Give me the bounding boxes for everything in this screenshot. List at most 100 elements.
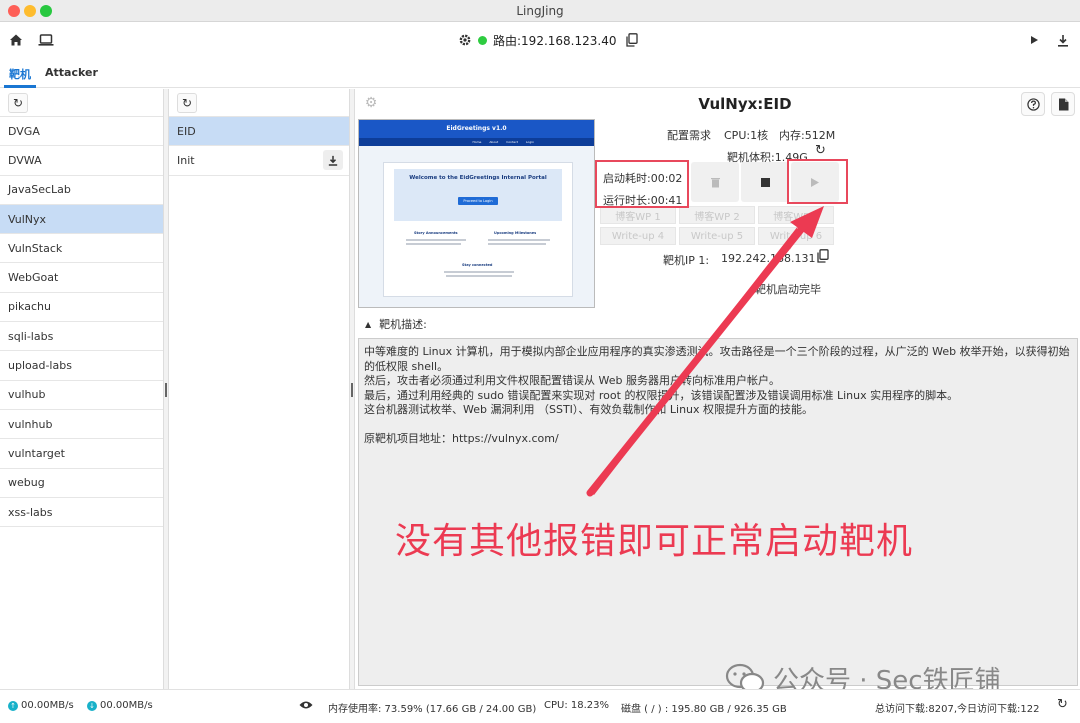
route-label: 路由:192.168.123.40 xyxy=(493,33,617,48)
tab-bar: 靶机 Attacker xyxy=(0,58,1080,88)
screenshot-section: Stay connected xyxy=(462,263,493,267)
screenshot-section: Story Announcements xyxy=(414,231,458,235)
list-item-webgoat[interactable]: WebGoat xyxy=(0,263,163,293)
writeup-button-3[interactable]: 博客WP 3 xyxy=(758,206,834,224)
list-item-label: VulNyx xyxy=(8,212,47,226)
project-url[interactable]: 原靶机项目地址：https://vulnyx.com/ xyxy=(364,432,1072,447)
list-item-label: VulnStack xyxy=(8,241,63,255)
ip-value: 192.242.168.131 xyxy=(721,252,816,265)
annotation-timer-box xyxy=(595,160,689,208)
list-item-label: upload-labs xyxy=(8,359,72,373)
copy-icon[interactable] xyxy=(817,249,829,266)
download-arrow-icon: ↓ xyxy=(87,700,97,711)
download-icon[interactable] xyxy=(1054,31,1072,49)
download-speed-value: 00.00MB/s xyxy=(100,700,153,711)
list-item-sqli-labs[interactable]: sqli-labs xyxy=(0,322,163,352)
list-item-vulhub[interactable]: vulhub xyxy=(0,381,163,410)
screenshot-nav-item: Contact xyxy=(506,140,518,144)
writeup-button-2[interactable]: 博客WP 2 xyxy=(679,206,755,224)
list-item-init[interactable]: Init xyxy=(169,146,349,176)
memory-spec: 内存:512M xyxy=(779,129,836,142)
document-icon[interactable] xyxy=(1051,92,1075,116)
active-tab-indicator xyxy=(4,85,36,88)
annotation-start-box xyxy=(787,159,848,204)
list-item-dvga[interactable]: DVGA xyxy=(0,117,163,147)
screenshot-nav-item: About xyxy=(489,140,499,144)
connection-status-dot xyxy=(478,35,487,45)
machine-title: VulNyx:EID xyxy=(698,95,792,113)
disk-usage: 磁盘 ( / ) : 195.80 GB / 926.35 GB xyxy=(621,704,787,715)
home-icon[interactable] xyxy=(7,31,25,49)
screenshot-welcome: Welcome to the EidGreetings Internal Por… xyxy=(394,169,562,221)
screenshot-nav-item: Login xyxy=(525,140,534,144)
machine-status: 靶机启动完毕 xyxy=(755,283,821,296)
play-icon[interactable] xyxy=(1025,31,1043,49)
list-item-dvwa[interactable]: DVWA xyxy=(0,146,163,176)
list-item-eid[interactable]: EID xyxy=(169,117,349,147)
writeup-button-6[interactable]: Write-up 6 xyxy=(758,227,834,245)
list-item-vulnstack[interactable]: VulnStack xyxy=(0,234,163,264)
detail-panel: ⚙ VulNyx:EID EidGreetings v1.0 Home Abou… xyxy=(354,89,1080,689)
window-titlebar: LingJing xyxy=(0,0,1080,22)
tab-attacker[interactable]: Attacker xyxy=(45,66,98,79)
refresh-icon[interactable]: ↻ xyxy=(8,92,28,113)
download-icon[interactable] xyxy=(323,150,343,171)
screenshot-card: Welcome to the EidGreetings Internal Por… xyxy=(383,162,573,297)
download-speed: ↓ 00.00MB/s xyxy=(87,700,153,711)
upload-arrow-icon: ↑ xyxy=(8,700,18,711)
writeup-button-5[interactable]: Write-up 5 xyxy=(679,227,755,245)
list-item-label: JavaSecLab xyxy=(8,183,71,197)
list-item-webug[interactable]: webug xyxy=(0,469,163,498)
description-line: 最后，通过利用经典的 sudo 错误配置来实现对 root 的权限提升，该错误配… xyxy=(364,388,959,402)
description-line: 这台机器测试枚举、Web 漏洞利用 （SSTI）、有效负载制作和 Linux 权… xyxy=(364,403,814,416)
list-item-vulnhub[interactable]: vulnhub xyxy=(0,410,163,440)
cpu-usage: CPU: 18.23% xyxy=(544,700,610,711)
category-panel: ↻ DVGA DVWA JavaSecLab VulNyx VulnStack WebGo… xyxy=(0,89,164,689)
list-item-vulnyx[interactable]: VulNyx xyxy=(0,204,163,235)
stop-button[interactable] xyxy=(741,162,789,202)
list-item-label: WebGoat xyxy=(8,271,59,285)
list-item-vulntarget[interactable]: vulntarget xyxy=(0,439,163,469)
upload-speed: ↑ 00.00MB/s xyxy=(8,700,74,711)
list-item-javaseclab[interactable]: JavaSecLab xyxy=(0,176,163,205)
refresh-icon[interactable]: ↻ xyxy=(815,143,826,158)
laptop-icon[interactable] xyxy=(37,31,55,49)
delete-button[interactable] xyxy=(691,162,739,202)
list-item-upload-labs[interactable]: upload-labs xyxy=(0,351,163,381)
description-label: 靶机描述: xyxy=(379,318,427,331)
list-item-label: DVWA xyxy=(8,153,42,167)
visit-counts: 总访问下载:8207,今日访问下载:122 xyxy=(875,704,1040,715)
gear-icon[interactable] xyxy=(458,33,472,47)
category-list: DVGA DVWA JavaSecLab VulNyx VulnStack WebGoat… xyxy=(0,117,163,528)
description-line: 然后，攻击者必须通过利用文件权限配置错误从 Web 服务器用户转向标准用户帐户。 xyxy=(364,374,780,387)
machine-screenshot: EidGreetings v1.0 Home About Contact Log… xyxy=(358,119,595,308)
help-icon[interactable] xyxy=(1021,92,1045,116)
screenshot-welcome-title: Welcome to the EidGreetings Internal Por… xyxy=(409,175,547,181)
description-toggle[interactable]: ▲ 靶机描述: xyxy=(365,316,427,332)
screenshot-nav: Home About Contact Login xyxy=(359,138,594,146)
settings-icon[interactable]: ⚙ xyxy=(361,93,381,113)
screenshot-header: EidGreetings v1.0 xyxy=(359,120,594,138)
writeup-button-1[interactable]: 博客WP 1 xyxy=(600,206,676,224)
list-item-label: DVGA xyxy=(8,124,40,138)
description-line: 中等难度的 Linux 计算机，用于模拟内部企业应用程序的真实渗透测试。攻击路径… xyxy=(364,345,1070,373)
tab-targets[interactable]: 靶机 xyxy=(9,66,31,82)
eye-icon[interactable] xyxy=(299,700,313,710)
list-item-label: xss-labs xyxy=(8,505,53,519)
list-item-pikachu[interactable]: pikachu xyxy=(0,293,163,323)
config-label: 配置需求 xyxy=(667,129,711,142)
refresh-icon[interactable]: ↻ xyxy=(177,92,197,113)
copy-icon[interactable] xyxy=(626,33,639,47)
screenshot-nav-item: Home xyxy=(472,140,482,144)
refresh-icon[interactable]: ↻ xyxy=(1057,697,1068,712)
screenshot-section: Upcoming Milestones xyxy=(494,231,537,235)
writeup-button-4[interactable]: Write-up 4 xyxy=(600,227,676,245)
list-item-label: webug xyxy=(8,476,45,490)
list-item-label: EID xyxy=(177,124,196,138)
toolbar: 路由:192.168.123.40 xyxy=(0,22,1080,58)
machine-panel: ↻ EID Init xyxy=(168,89,350,689)
ip-label: 靶机IP 1: xyxy=(663,254,710,267)
list-item-xss-labs[interactable]: xss-labs xyxy=(0,498,163,528)
status-bar: ↑ 00.00MB/s ↓ 00.00MB/s 内存使用率: 73.59% (1… xyxy=(0,689,1080,723)
category-toolbar: ↻ xyxy=(0,89,163,117)
